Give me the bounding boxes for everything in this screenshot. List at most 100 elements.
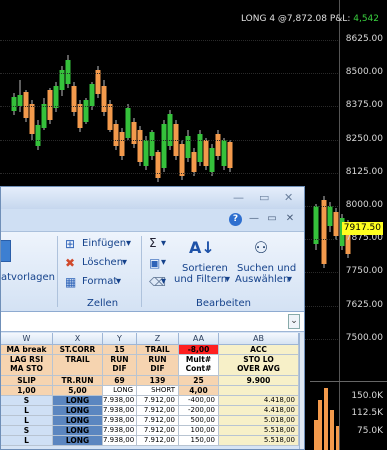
header-cell[interactable]: LONG [103,386,137,396]
minimize-workbook-icon[interactable]: — [247,212,261,226]
table-cell[interactable]: LONG [53,436,103,446]
table-cell[interactable]: LONG [53,406,103,416]
header-cell[interactable]: RUN DIF [137,355,179,376]
table-cell[interactable]: 7.912,00 [137,416,179,426]
table-cell[interactable]: 4.418,00 [219,396,299,406]
find-label-line1[interactable]: Suchen und [237,263,296,274]
chevron-down-icon[interactable]: ▾ [122,257,127,268]
table-cell[interactable]: 7.938,00 [103,426,137,436]
table-cell[interactable]: 7.938,00 [103,396,137,406]
header-cell[interactable]: Mult# Cont# [179,355,219,376]
find-label-line2[interactable]: Auswählen [235,274,289,285]
cell-styles-icon[interactable] [1,240,11,262]
sum-icon[interactable]: Σ [149,236,157,250]
candle-body [89,84,95,106]
candle-body [83,100,89,122]
table-cell[interactable]: L [1,436,53,446]
help-icon[interactable]: ? [229,213,242,226]
table-cell[interactable]: 7.912,00 [137,426,179,436]
chevron-down-icon[interactable]: ▾ [161,257,166,268]
table-cell[interactable]: L [1,406,53,416]
header-cell[interactable]: 9.900 [219,376,299,386]
chevron-down-icon[interactable]: ▾ [116,276,121,287]
insert-icon[interactable]: ⊞ [65,237,75,251]
chevron-down-icon[interactable]: ▾ [126,238,131,249]
insert-button[interactable]: Einfügen [82,238,126,249]
minimize-icon[interactable]: — [233,191,244,204]
header-cell[interactable]: SHORT [137,386,179,396]
sort-label-line2[interactable]: und Filtern [174,274,227,285]
header-cell[interactable]: ST.CORR [53,345,103,355]
formula-bar[interactable]: ⌄ [1,312,304,332]
table-cell[interactable]: 5.518,00 [219,436,299,446]
table-cell[interactable]: S [1,426,53,436]
column-header[interactable]: Y [103,333,137,345]
sort-filter-icon[interactable]: A↓ [189,238,215,260]
table-cell[interactable]: LONG [53,416,103,426]
table-cell[interactable]: S [1,396,53,406]
format-icon[interactable]: ▦ [65,275,76,289]
header-cell[interactable]: -8,00 [179,345,219,355]
column-header[interactable]: AA [179,333,219,345]
header-cell[interactable]: ACC [219,345,299,355]
table-cell[interactable]: -400,00 [179,396,219,406]
title-bar[interactable]: — ▭ ✕ [1,187,304,209]
header-cell[interactable]: SLIP [1,376,53,386]
table-cell[interactable]: 7.912,00 [137,396,179,406]
chevron-down-icon[interactable]: ▾ [287,274,292,285]
chevron-down-icon[interactable]: ▾ [225,274,230,285]
close-icon[interactable]: ✕ [284,191,293,204]
table-cell[interactable]: 5.018,00 [219,416,299,426]
header-cell[interactable]: 5,00 [53,386,103,396]
price-gridline [0,139,338,141]
delete-button[interactable]: Löschen [82,257,123,268]
cell-styles-label[interactable]: atvorlagen [1,272,55,283]
close-workbook-icon[interactable]: ✕ [283,212,297,226]
header-cell[interactable]: TR.RUN [53,376,103,386]
table-cell[interactable]: 7.938,00 [103,436,137,446]
table-cell[interactable]: 4.418,00 [219,406,299,416]
candle-body [161,124,167,168]
chevron-down-icon[interactable]: ▾ [161,276,166,287]
header-cell[interactable]: 139 [137,376,179,386]
price-axis-label: 7625.00 [345,299,383,310]
header-cell[interactable]: STO LO OVER AVG [219,355,299,376]
table-cell[interactable]: 5.518,00 [219,426,299,436]
sort-label-line1[interactable]: Sortieren [182,263,228,274]
table-cell[interactable]: -200,00 [179,406,219,416]
column-header[interactable]: AB [219,333,299,345]
header-cell[interactable]: TRAIL [137,345,179,355]
column-header[interactable]: Z [137,333,179,345]
header-cell[interactable]: 15 [103,345,137,355]
header-cell[interactable]: 1,00 [1,386,53,396]
chevron-down-icon[interactable]: ▾ [161,238,166,249]
table-cell[interactable]: 500,00 [179,416,219,426]
restore-workbook-icon[interactable]: ▭ [265,212,279,226]
header-cell[interactable]: LAG RSI MA STO [1,355,53,376]
header-cell[interactable]: MA break [1,345,53,355]
header-cell[interactable]: 25 [179,376,219,386]
delete-icon[interactable]: ✖ [65,256,75,270]
table-cell[interactable]: 7.912,00 [137,406,179,416]
header-cell[interactable]: 69 [103,376,137,386]
column-header[interactable]: W [1,333,53,345]
table-cell[interactable]: 7.938,00 [103,416,137,426]
table-cell[interactable]: L [1,416,53,426]
header-cell[interactable]: 4,00 [179,386,219,396]
table-cell[interactable]: 7.912,00 [137,436,179,446]
vertical-scrollbar[interactable] [299,333,304,449]
header-cell[interactable] [219,386,299,396]
expand-formula-bar-icon[interactable]: ⌄ [288,314,300,329]
column-header[interactable]: X [53,333,103,345]
table-cell[interactable]: 150,00 [179,436,219,446]
table-cell[interactable]: 7.938,00 [103,406,137,416]
binoculars-icon[interactable]: ⚇ [249,238,273,260]
header-cell[interactable]: RUN DIF [103,355,137,376]
table-cell[interactable]: LONG [53,426,103,436]
table-cell[interactable]: LONG [53,396,103,406]
header-cell[interactable]: TRAIL [53,355,103,376]
format-button[interactable]: Format [82,276,117,287]
table-cell[interactable]: 100,00 [179,426,219,436]
restore-icon[interactable]: ▭ [259,191,269,204]
fill-icon[interactable]: ▣ [149,256,160,270]
